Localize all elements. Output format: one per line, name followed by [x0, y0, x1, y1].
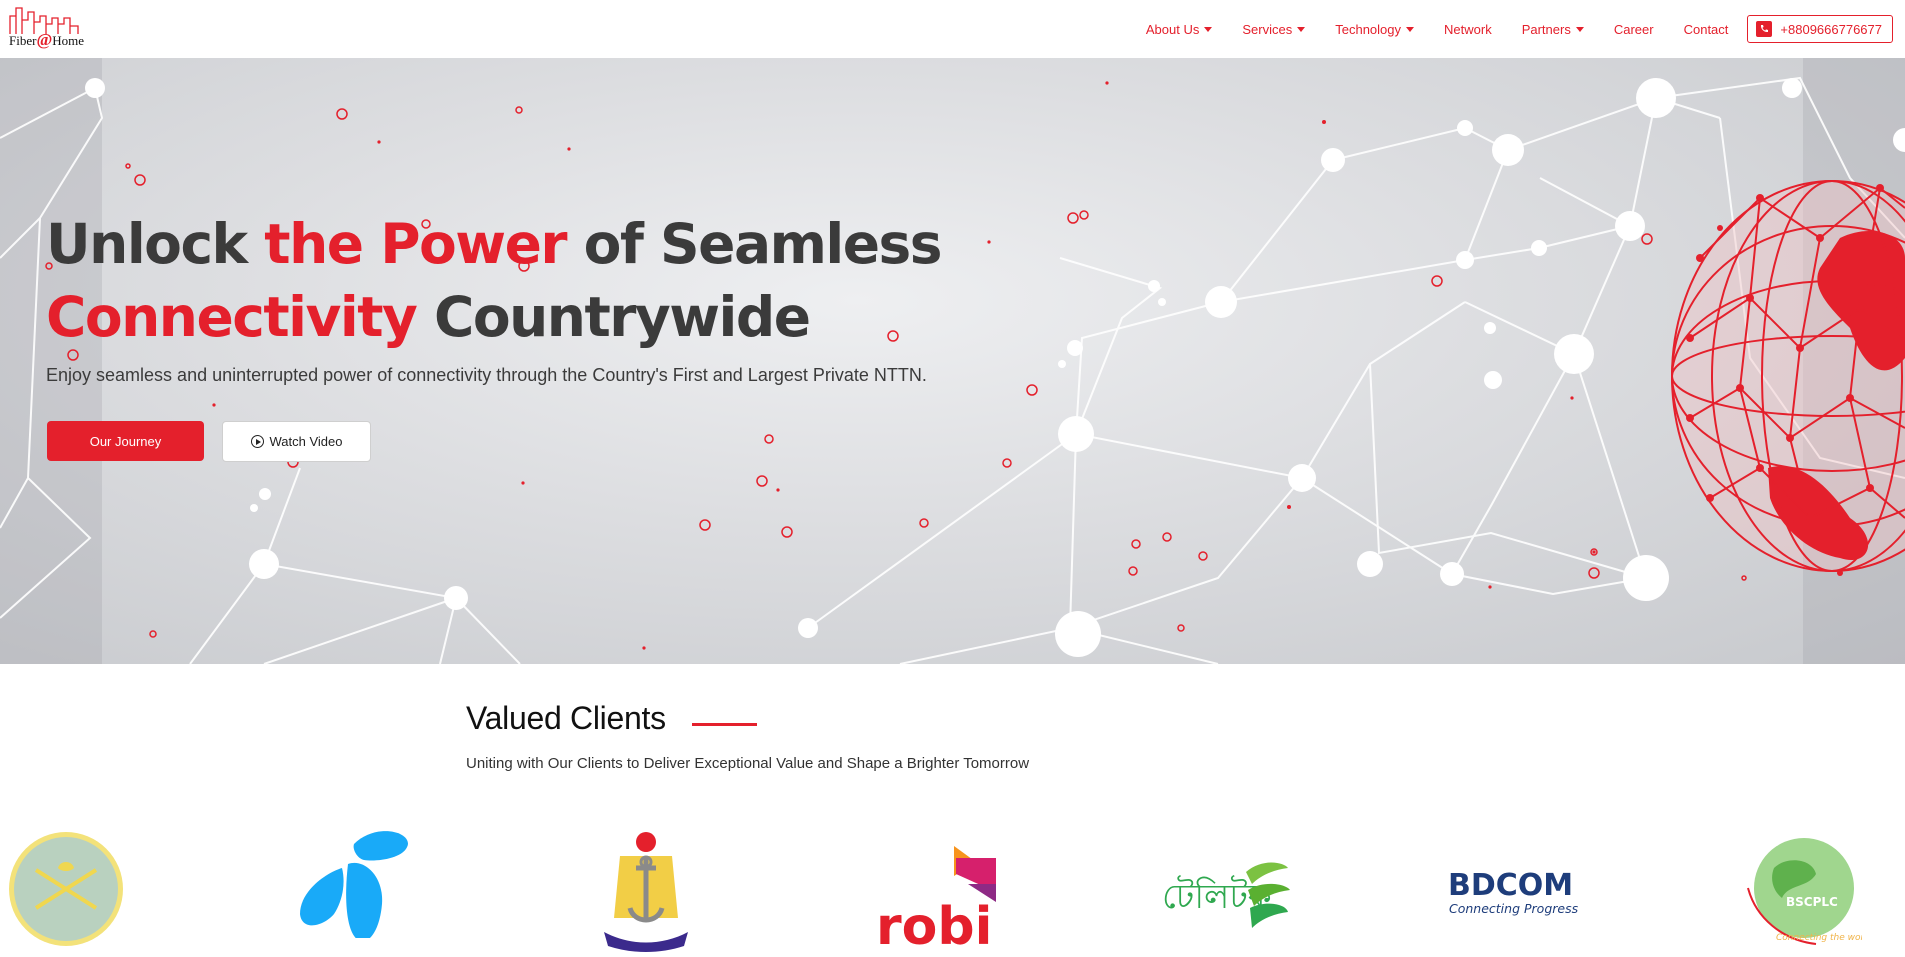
title-underline: [692, 723, 757, 726]
clients-subtitle: Uniting with Our Clients to Deliver Exce…: [466, 755, 1030, 772]
bscplc-logo-icon: BSCPLC Connecting the world: [1747, 838, 1873, 945]
main-nav: About Us Services Technology Network Par…: [1116, 0, 1893, 58]
svg-text:BDCOM: BDCOM: [1448, 868, 1573, 903]
client-logo-bangladesh-navy[interactable]: [600, 828, 692, 957]
network-background-graphic: [0, 76, 1905, 664]
nav-contact[interactable]: Contact: [1684, 22, 1729, 37]
client-logo-bdcom[interactable]: BDCOM Connecting Progress: [1446, 828, 1592, 957]
phone-button[interactable]: +8809666776677: [1747, 15, 1893, 43]
our-journey-button[interactable]: Our Journey: [47, 421, 204, 461]
hero-banner: Unlock the Power of Seamless Connectivit…: [0, 58, 1905, 664]
nav-about-us[interactable]: About Us: [1146, 22, 1213, 37]
play-icon: [250, 435, 264, 448]
hero-subtitle: Enjoy seamless and uninterrupted power o…: [46, 365, 927, 385]
svg-text:Connecting Progress: Connecting Progress: [1449, 901, 1579, 916]
client-logo-robi[interactable]: robi: [876, 828, 1002, 957]
chevron-down-icon: [1204, 26, 1213, 32]
chevron-down-icon: [1406, 26, 1415, 32]
phone-icon: [1756, 21, 1773, 37]
teletalk-logo-icon: টেলিটক: [1162, 862, 1290, 928]
site-header: Fiber@Home About Us Services Technology …: [0, 0, 1905, 58]
client-logo-telenor[interactable]: [298, 828, 410, 957]
nav-technology[interactable]: Technology: [1335, 22, 1415, 37]
chevron-down-icon: [1575, 26, 1584, 32]
svg-text:robi: robi: [876, 897, 992, 950]
nav-services[interactable]: Services: [1242, 22, 1306, 37]
army-emblem-icon: [9, 832, 123, 946]
hero-title: Unlock the Power of Seamless Connectivit…: [46, 212, 943, 349]
bdcom-logo-icon: BDCOM Connecting Progress: [1448, 868, 1579, 916]
svg-text:BSCPLC: BSCPLC: [1786, 895, 1838, 909]
client-logo-carousel: robi টেলিটক BDCOM Connecting Progress BS…: [0, 828, 1905, 957]
nav-career[interactable]: Career: [1614, 22, 1654, 37]
logo-wordmark: Fiber@Home: [9, 30, 85, 49]
chevron-down-icon: [1297, 26, 1306, 32]
globe-graphic: [1671, 180, 1905, 576]
telenor-logo-icon: [300, 831, 408, 942]
client-logo-bangladesh-army[interactable]: [8, 828, 124, 957]
client-logo-bscplc[interactable]: BSCPLC Connecting the world: [1742, 828, 1873, 957]
robi-logo-icon: robi: [876, 846, 996, 957]
watch-video-button[interactable]: Watch Video: [222, 421, 371, 462]
fiberathome-logo[interactable]: Fiber@Home: [8, 6, 98, 50]
clients-title: Valued Clients: [466, 700, 666, 736]
svg-text:Connecting the world: Connecting the world: [1776, 933, 1862, 943]
navy-emblem-icon: [604, 832, 688, 952]
client-logo-teletalk[interactable]: টেলিটক: [1160, 828, 1292, 957]
nav-partners[interactable]: Partners: [1522, 22, 1584, 37]
nav-network[interactable]: Network: [1444, 22, 1492, 37]
